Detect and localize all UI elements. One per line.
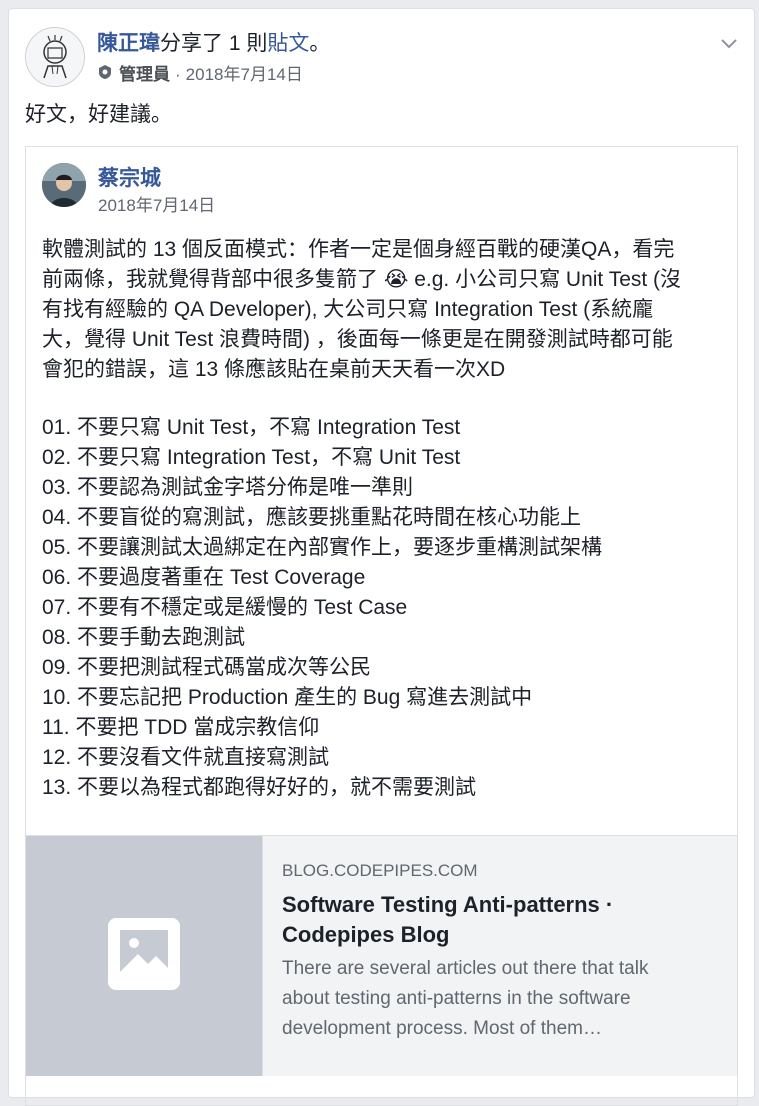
body-line: 軟體測試的 13 個反面模式：作者一定是個身經百戰的硬漢QA，看完 bbox=[42, 238, 675, 261]
list-item: 06. 不要過度著重在 Test Coverage bbox=[42, 566, 366, 589]
avatar[interactable] bbox=[25, 27, 85, 87]
body-line: 有找有經驗的 QA Developer), 大公司只寫 Integration … bbox=[42, 298, 654, 321]
list-item: 04. 不要盲從的寫測試，應該要挑重點花時間在核心功能上 bbox=[42, 506, 582, 529]
list-item: 02. 不要只寫 Integration Test，不寫 Unit Test bbox=[42, 446, 461, 469]
link-text[interactable]: BLOG.CODEPIPES.COM Software Testing Anti… bbox=[282, 860, 722, 1044]
shared-author-avatar[interactable] bbox=[42, 163, 86, 207]
list-item: 13. 不要以為程式都跑得好好的，就不需要測試 bbox=[42, 776, 477, 799]
list-item: 01. 不要只寫 Unit Test，不寫 Integration Test bbox=[42, 416, 461, 439]
link-preview-card[interactable]: BLOG.CODEPIPES.COM Software Testing Anti… bbox=[26, 835, 737, 1076]
chevron-down-icon[interactable] bbox=[720, 37, 738, 49]
action-suffix: 。 bbox=[309, 32, 331, 55]
shared-post-body: 軟體測試的 13 個反面模式：作者一定是個身經百戰的硬漢QA，看完 前兩條，我就… bbox=[42, 235, 726, 385]
link-title[interactable]: Software Testing Anti-patterns · Codepip… bbox=[282, 890, 722, 950]
meta-separator: · bbox=[175, 65, 181, 84]
anti-pattern-list: 01. 不要只寫 Unit Test，不寫 Integration Test 0… bbox=[42, 413, 602, 803]
link-domain: BLOG.CODEPIPES.COM bbox=[282, 861, 478, 880]
list-item: 05. 不要讓測試太過綁定在內部實作上，要逐步重構測試架構 bbox=[42, 536, 603, 559]
list-item: 09. 不要把測試程式碼當成次等公民 bbox=[42, 656, 372, 679]
list-item: 08. 不要手動去跑測試 bbox=[42, 626, 246, 649]
post-date[interactable]: 2018年7月14日 bbox=[186, 63, 303, 87]
author-link[interactable]: 陳正瑋 bbox=[97, 32, 160, 55]
list-item: 12. 不要沒看文件就直接寫測試 bbox=[42, 746, 330, 769]
body-line: 會犯的錯誤，這 13 條應該貼在桌前天天看一次XD bbox=[42, 358, 506, 381]
list-item: 03. 不要認為測試金字塔分佈是唯一準則 bbox=[42, 476, 414, 499]
action-text: 分享了 1 則 bbox=[160, 32, 268, 55]
link-desc-line: about testing anti-patterns in the softw… bbox=[282, 988, 631, 1009]
post-card: 陳正瑋分享了 1 則貼文。 管理員 · 2018年7月14日 好文，好建議。 蔡… bbox=[8, 8, 755, 1106]
link-desc-line: There are several articles out there tha… bbox=[282, 958, 649, 979]
list-item: 10. 不要忘記把 Production 產生的 Bug 寫進去測試中 bbox=[42, 686, 533, 709]
link-title-line: Software Testing Anti-patterns · bbox=[282, 892, 614, 917]
shared-author-name[interactable]: 蔡宗城 bbox=[98, 165, 161, 193]
role-label: 管理員 bbox=[119, 65, 170, 84]
shared-post-date[interactable]: 2018年7月14日 bbox=[98, 194, 215, 218]
link-thumbnail[interactable] bbox=[26, 836, 263, 1076]
body-line: 大，覺得 Unit Test 浪費時間) ，後面每一條更是在開發測試時都可能 bbox=[42, 328, 673, 351]
link-title-line: Codepipes Blog bbox=[282, 922, 450, 947]
list-item: 07. 不要有不穩定或是緩慢的 Test Case bbox=[42, 596, 408, 619]
post-meta: 管理員 · 2018年7月14日 bbox=[97, 63, 303, 87]
post-header: 陳正瑋分享了 1 則貼文。 bbox=[97, 29, 330, 59]
admin-badge-icon bbox=[97, 63, 113, 87]
post-text: 好文，好建議。 bbox=[25, 103, 172, 126]
link-description: There are several articles out there tha… bbox=[282, 954, 722, 1044]
post-link[interactable]: 貼文 bbox=[267, 32, 309, 55]
body-line: 前兩條，我就覺得背部中很多隻箭了 😭 e.g. 小公司只寫 Unit Test … bbox=[42, 268, 682, 291]
link-desc-line: development process. Most of them… bbox=[282, 1018, 602, 1039]
list-item: 11. 不要把 TDD 當成宗教信仰 bbox=[42, 716, 320, 739]
image-placeholder-icon bbox=[108, 918, 180, 990]
shared-post[interactable]: 蔡宗城 2018年7月14日 軟體測試的 13 個反面模式：作者一定是個身經百戰… bbox=[25, 146, 738, 1106]
